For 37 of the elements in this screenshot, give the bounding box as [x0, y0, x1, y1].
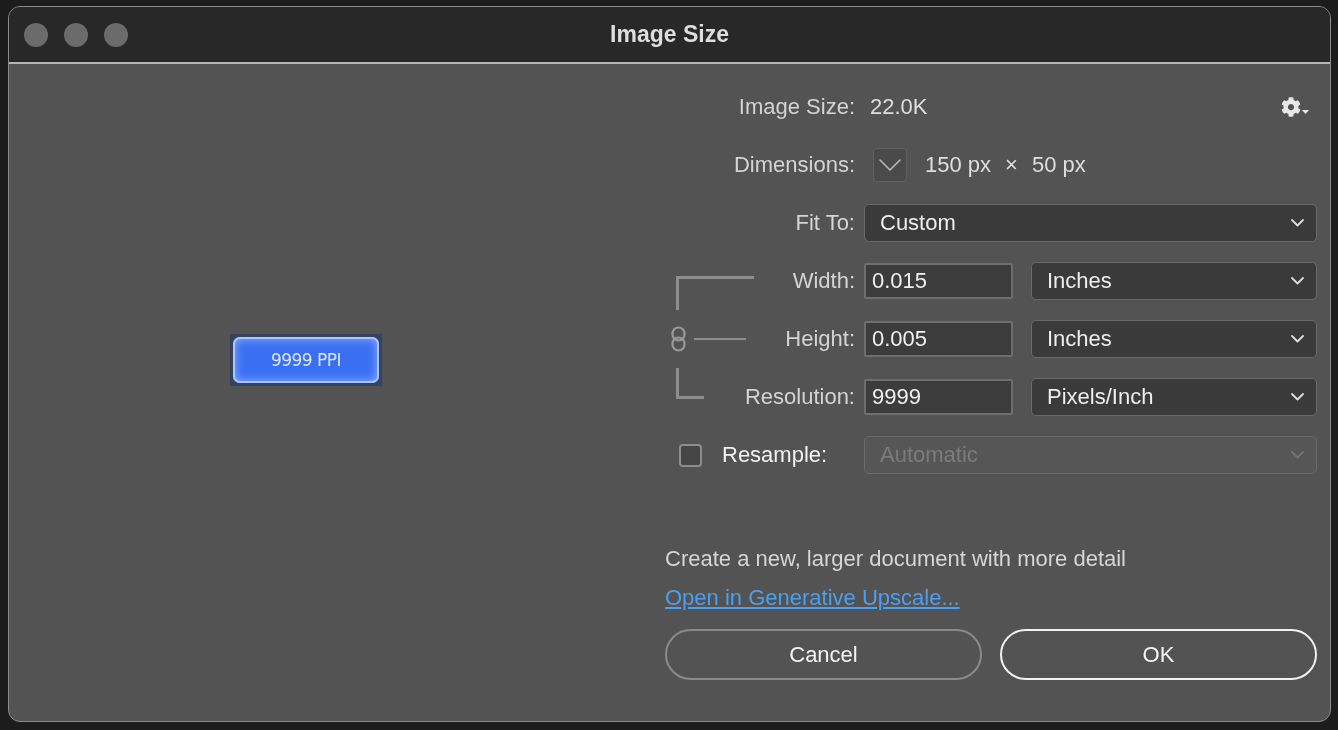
chevron-down-icon — [1291, 393, 1304, 401]
settings-menu-icon[interactable] — [1281, 97, 1309, 117]
chain-link-icon[interactable] — [671, 326, 686, 352]
bracket-line — [694, 338, 746, 340]
cancel-button[interactable]: Cancel — [665, 629, 982, 680]
dimensions-label: Dimensions: — [733, 152, 855, 178]
chevron-down-icon — [1291, 277, 1304, 285]
ok-button[interactable]: OK — [1000, 629, 1317, 680]
image-size-label: Image Size: — [738, 94, 855, 120]
dimension-label: Height: — [785, 326, 855, 352]
bracket-line — [676, 368, 704, 399]
preview-text: 9999 PPI — [270, 350, 342, 370]
times-sign: × — [1005, 152, 1018, 178]
dimensions-toggle-button[interactable] — [873, 148, 907, 182]
chevron-down-icon — [1291, 335, 1304, 343]
upscale-description: Create a new, larger document with more detail — [665, 545, 1127, 573]
pixel-width-value: 150 px — [925, 152, 992, 178]
unit-select[interactable]: Inches — [1031, 320, 1317, 358]
fit-to-select[interactable]: Custom — [864, 204, 1317, 242]
window-close-icon[interactable] — [24, 22, 48, 47]
unit-select[interactable]: Pixels/Inch — [1031, 378, 1317, 416]
window-zoom-icon[interactable] — [104, 22, 128, 47]
resample-label: Resample: — [722, 442, 828, 468]
image-size-value: 22.0K — [870, 94, 928, 120]
dimension-input[interactable]: 0.005 — [864, 321, 1013, 357]
chevron-down-icon — [879, 159, 901, 171]
fit-to-label: Fit To: — [795, 210, 855, 236]
unit-select[interactable]: Inches — [1031, 262, 1317, 300]
chevron-down-icon — [1291, 219, 1304, 227]
chevron-down-icon — [1291, 451, 1304, 459]
window-minimize-icon[interactable] — [64, 22, 88, 47]
dimension-input[interactable]: 0.015 — [864, 263, 1013, 299]
dimension-label: Width: — [792, 268, 855, 294]
pixel-height-value: 50 px — [1031, 152, 1086, 178]
dimension-input[interactable]: 9999 — [864, 379, 1013, 415]
dimension-label: Resolution: — [744, 384, 855, 410]
window-title: Image Size — [610, 21, 729, 48]
